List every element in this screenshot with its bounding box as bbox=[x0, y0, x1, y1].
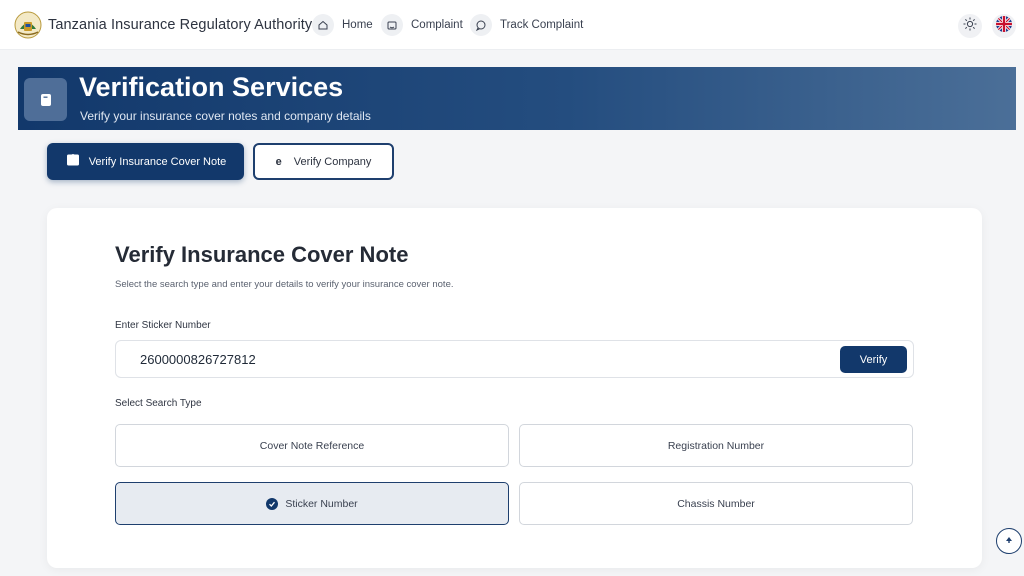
nav-track-complaint-label: Track Complaint bbox=[500, 19, 584, 31]
top-navigation-bar: Tanzania Insurance Regulatory Authority … bbox=[0, 0, 1024, 50]
tab-verify-cover-note[interactable]: Verify Insurance Cover Note bbox=[47, 143, 244, 180]
sticker-number-label: Enter Sticker Number bbox=[115, 320, 211, 331]
nav-home[interactable]: Home bbox=[312, 13, 373, 37]
option-label: Sticker Number bbox=[285, 497, 358, 510]
hero-banner: Verification Services Verify your insura… bbox=[18, 67, 1016, 130]
tab-verify-cover-note-label: Verify Insurance Cover Note bbox=[88, 155, 227, 168]
checkmark-icon bbox=[266, 497, 279, 510]
brand-name[interactable]: Tanzania Insurance Regulatory Authority bbox=[48, 17, 312, 33]
scroll-to-top-button[interactable] bbox=[996, 528, 1022, 554]
tira-logo[interactable] bbox=[14, 11, 42, 39]
language-button[interactable] bbox=[992, 14, 1016, 38]
page-title: Verification Services bbox=[79, 72, 344, 102]
option-label: Cover Note Reference bbox=[259, 439, 365, 452]
form-subtitle: Select the search type and enter your de… bbox=[115, 279, 454, 290]
nav-home-label: Home bbox=[342, 19, 373, 31]
option-label: Chassis Number bbox=[677, 497, 755, 510]
sun-icon bbox=[963, 17, 977, 36]
nav-track-complaint[interactable]: Track Complaint bbox=[470, 13, 583, 37]
theme-toggle-button[interactable] bbox=[958, 14, 982, 38]
nav-complaint-label: Complaint bbox=[411, 19, 463, 31]
search-type-label: Select Search Type bbox=[115, 398, 202, 409]
complaint-icon bbox=[381, 14, 403, 36]
sticker-number-field: Verify bbox=[115, 340, 914, 378]
home-icon bbox=[312, 14, 334, 36]
chat-icon bbox=[470, 14, 492, 36]
uk-flag-icon bbox=[996, 15, 1012, 37]
sticker-number-input[interactable] bbox=[140, 349, 830, 369]
arrow-up-icon bbox=[1004, 532, 1014, 550]
option-cover-note-reference[interactable]: Cover Note Reference bbox=[115, 424, 509, 467]
option-chassis-number[interactable]: Chassis Number bbox=[519, 482, 913, 525]
verify-button[interactable]: Verify bbox=[840, 346, 907, 373]
option-label: Registration Number bbox=[667, 439, 765, 452]
verification-card: Verify Insurance Cover Note Select the s… bbox=[47, 208, 982, 568]
tab-verify-company[interactable]: e Verify Company bbox=[253, 143, 394, 180]
company-icon: e bbox=[275, 155, 282, 168]
tab-verify-company-label: Verify Company bbox=[293, 155, 372, 168]
nav-complaint[interactable]: Complaint bbox=[381, 13, 463, 37]
option-sticker-number[interactable]: Sticker Number bbox=[115, 482, 509, 525]
page-subtitle: Verify your insurance cover notes and co… bbox=[80, 109, 371, 123]
form-title: Verify Insurance Cover Note bbox=[115, 242, 409, 267]
document-icon bbox=[24, 78, 67, 121]
option-registration-number[interactable]: Registration Number bbox=[519, 424, 913, 467]
cover-note-icon bbox=[65, 153, 81, 170]
